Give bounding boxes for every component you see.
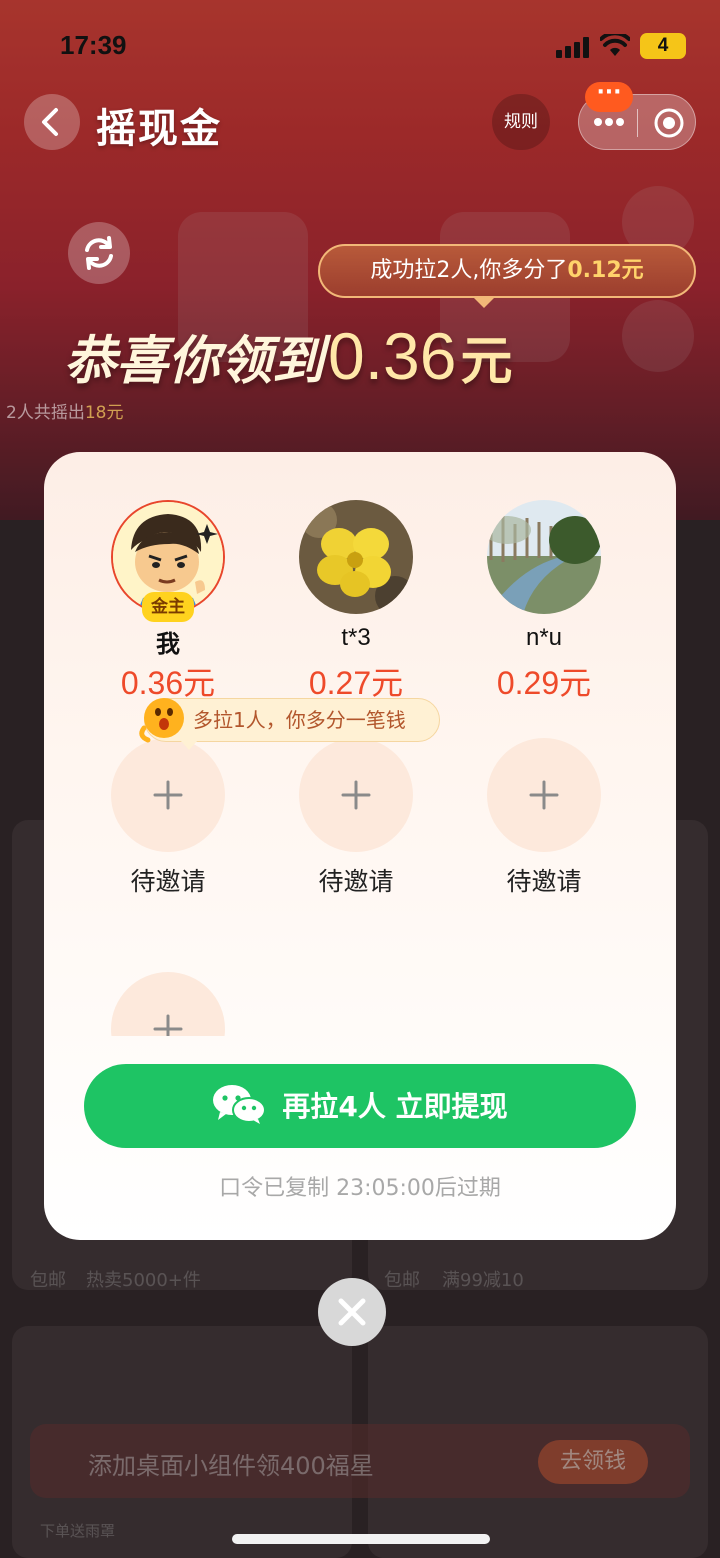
- status-bar: 17:39 4: [0, 0, 720, 90]
- member-name: t*3: [341, 624, 371, 651]
- bubble-tail: [472, 296, 496, 308]
- member-name: 我: [156, 630, 180, 658]
- refresh-button[interactable]: [68, 222, 130, 284]
- cellular-signal-icon: [556, 36, 590, 58]
- member-name: n*u: [525, 624, 563, 651]
- headline-unit: 元: [460, 331, 513, 392]
- bonus-bubble-text: 成功拉2人,你多分了: [370, 258, 568, 283]
- landscape-avatar-icon: [487, 500, 601, 614]
- wechat-icon: [213, 1085, 267, 1124]
- battery-icon: 4: [640, 33, 686, 59]
- invite-withdraw-label: 再拉4人 立即提现: [282, 1090, 508, 1123]
- home-indicator[interactable]: [232, 1534, 490, 1544]
- refresh-icon: [85, 236, 113, 270]
- plus-icon: [529, 780, 559, 810]
- invite-slot[interactable]: 待邀请: [78, 738, 258, 898]
- member-amount: 0.29元: [496, 665, 592, 701]
- invite-slot-circle[interactable]: [111, 972, 225, 1036]
- plus-icon: [153, 1014, 183, 1036]
- invite-slot-label: 待邀请: [318, 867, 394, 896]
- flower-avatar-icon: [299, 500, 413, 614]
- rules-button[interactable]: 规则: [492, 94, 550, 150]
- close-mini-program-icon[interactable]: [653, 107, 685, 139]
- shake-total: 2人共摇出18元: [6, 398, 123, 423]
- headline-amount: 0.36: [328, 319, 457, 393]
- bonus-bubble-amount: 0.12元: [567, 258, 644, 283]
- wifi-icon: [599, 31, 631, 62]
- avatar: [487, 500, 601, 614]
- shocked-face-icon: [136, 692, 192, 744]
- plus-icon: [153, 780, 183, 810]
- invite-slot[interactable]: 待邀请: [266, 738, 446, 898]
- member-t3: t*3 0.27元: [266, 500, 446, 701]
- plus-icon: [341, 780, 371, 810]
- invite-modal: 金主 我 0.36元 t*3 0.27元 n*u 0.29元 待邀请 待邀请 待…: [44, 452, 676, 1240]
- code-expiry-note: 口令已复制 23:05:00后过期: [219, 1176, 501, 1201]
- invite-withdraw-button[interactable]: 再拉4人 立即提现: [84, 1064, 636, 1148]
- invite-slot-circle[interactable]: [299, 738, 413, 852]
- more-icon[interactable]: [593, 115, 625, 129]
- slot-scroll-area: [44, 952, 676, 1036]
- member-nu: n*u 0.29元: [454, 500, 634, 701]
- bonus-bubble: 成功拉2人,你多分了0.12元: [318, 244, 696, 298]
- notification-badge: ···: [585, 82, 633, 112]
- shake-total-amount: 18元: [84, 403, 124, 423]
- page-title: 摇现金: [96, 106, 222, 152]
- invite-slot-label: 待邀请: [130, 867, 206, 896]
- invite-slot-label: 待邀请: [506, 867, 582, 896]
- headline-text: 恭喜你领到: [64, 331, 325, 392]
- close-modal-button[interactable]: [318, 1278, 386, 1346]
- invite-slot-circle[interactable]: [111, 738, 225, 852]
- capsule-divider: [637, 109, 638, 137]
- invite-slot-circle[interactable]: [487, 738, 601, 852]
- back-button[interactable]: [24, 94, 80, 150]
- close-icon: [338, 1298, 366, 1326]
- avatar: [299, 500, 413, 614]
- invite-slot[interactable]: 待邀请: [454, 738, 634, 898]
- chevron-left-icon: [42, 108, 58, 136]
- headline: 恭喜你领到0.36元: [64, 318, 513, 408]
- shake-total-text: 2人共摇出: [6, 403, 85, 423]
- boss-badge: 金主: [142, 592, 194, 622]
- member-me: 金主 我 0.36元: [78, 500, 258, 701]
- status-time: 17:39: [60, 30, 127, 60]
